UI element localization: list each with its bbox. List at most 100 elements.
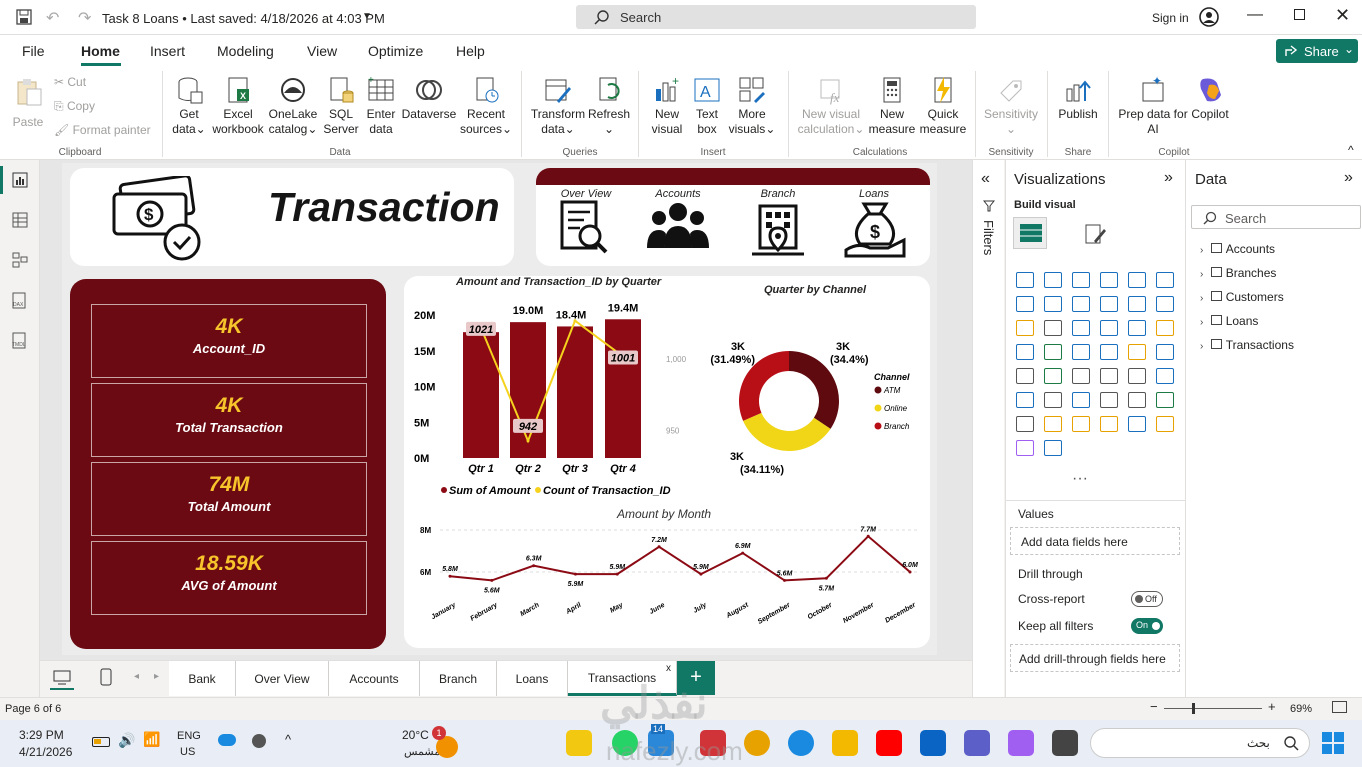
excel-workbook-button[interactable]: X Excel workbook	[210, 75, 266, 137]
nav-loans[interactable]: Loans $	[834, 188, 914, 261]
table-item[interactable]: › Customers	[1200, 290, 1350, 304]
maximize-icon[interactable]	[1294, 9, 1305, 20]
app-taskbar-icon[interactable]	[1052, 730, 1078, 756]
format-painter-button[interactable]: 🖌 Format painter	[54, 123, 151, 138]
waterfall-visual-icon[interactable]	[1128, 296, 1146, 312]
enter-data-button[interactable]: + Enter data	[362, 75, 400, 137]
volume-icon[interactable]: 🔊	[118, 732, 135, 749]
menu-file[interactable]: File	[22, 43, 45, 59]
map-visual-icon[interactable]	[1016, 344, 1034, 360]
line-point[interactable]	[657, 545, 661, 549]
sql-server-button[interactable]: SQL Server	[320, 75, 362, 137]
line-point[interactable]	[448, 574, 452, 578]
close-icon[interactable]: ✕	[1335, 5, 1350, 26]
table-item[interactable]: › Branches	[1200, 266, 1350, 280]
mobile-view-icon[interactable]	[100, 668, 112, 686]
menu-modeling[interactable]: Modeling	[217, 43, 274, 59]
area-visual-icon[interactable]	[1044, 296, 1062, 312]
table-item[interactable]: › Accounts	[1200, 242, 1350, 256]
button-visual-icon[interactable]	[1128, 416, 1146, 432]
menu-help[interactable]: Help	[456, 43, 485, 59]
stacked-bar-visual-icon[interactable]	[1016, 272, 1034, 288]
python-visual-icon[interactable]	[1156, 368, 1174, 384]
sign-in-link[interactable]: Sign in	[1152, 11, 1189, 25]
undo-icon[interactable]: ↶	[46, 8, 59, 28]
values-drop-zone[interactable]: Add data fields here	[1010, 527, 1180, 555]
nav-branch[interactable]: Branch	[738, 188, 818, 261]
teams-taskbar-icon[interactable]	[964, 730, 990, 756]
line-point[interactable]	[490, 578, 494, 582]
scroll-right-icon[interactable]: ▸	[154, 671, 159, 682]
clustered-bar-visual-icon[interactable]	[1072, 272, 1090, 288]
outlook-taskbar-icon[interactable]	[920, 730, 946, 756]
expand-icon[interactable]: »	[1164, 169, 1173, 187]
scatter-visual-icon[interactable]	[1072, 320, 1090, 336]
line-point[interactable]	[741, 551, 745, 555]
menu-insert[interactable]: Insert	[150, 43, 185, 59]
image-visual-icon[interactable]	[1100, 416, 1118, 432]
filled-map-visual-icon[interactable]	[1044, 344, 1062, 360]
onedrive-icon[interactable]	[218, 734, 236, 746]
filters-pane[interactable]: « Filters	[972, 160, 1004, 700]
line-point[interactable]	[824, 576, 828, 580]
line-point[interactable]	[866, 534, 870, 538]
line-series[interactable]	[449, 534, 911, 582]
more-visuals-icon[interactable]: ···	[1072, 470, 1088, 488]
bar[interactable]	[463, 332, 499, 458]
powerbi-taskbar-icon[interactable]	[566, 730, 592, 756]
smart-visual-icon[interactable]	[1016, 440, 1034, 456]
windows-start-icon[interactable]	[1322, 732, 1344, 754]
format-visual-icon[interactable]	[1084, 223, 1106, 245]
chrome-taskbar-icon[interactable]	[744, 730, 770, 756]
tab-over-view[interactable]: Over View	[236, 661, 329, 696]
battery-icon[interactable]	[92, 737, 110, 747]
table-item[interactable]: › Loans	[1200, 314, 1350, 328]
scroll-left-icon[interactable]: ◂	[134, 671, 139, 682]
publish-button[interactable]: Publish	[1054, 75, 1102, 122]
zoom-slider-thumb[interactable]	[1192, 703, 1195, 714]
line-visual-icon[interactable]	[1016, 296, 1034, 312]
copy-button[interactable]: ⎘ Copy	[54, 99, 95, 114]
key-visual-icon[interactable]	[1044, 440, 1062, 456]
close-tab-icon[interactable]: x	[666, 663, 671, 674]
line-point[interactable]	[783, 578, 787, 582]
table-visual-icon[interactable]	[1072, 368, 1090, 384]
multi-card-visual-icon[interactable]	[1156, 344, 1174, 360]
chevron-up-icon[interactable]: ^	[285, 732, 291, 747]
line-point[interactable]	[532, 564, 536, 568]
dax-visual-icon[interactable]	[1156, 416, 1174, 432]
gauge-visual-icon[interactable]	[1100, 344, 1118, 360]
r-visual-visual-icon[interactable]	[1128, 368, 1146, 384]
zoom-in-icon[interactable]: +	[1268, 699, 1276, 714]
prep-data-ai-button[interactable]: ✦ Prep data for AI	[1114, 75, 1192, 137]
language-indicator[interactable]: ENG	[177, 730, 201, 742]
power-apps-visual-icon[interactable]	[1016, 416, 1034, 432]
recent-sources-button[interactable]: Recent sources⌄	[458, 75, 514, 137]
share-button[interactable]: Share ⌄	[1276, 39, 1358, 63]
stacked-area-visual-icon[interactable]	[1072, 296, 1090, 312]
desktop-view-icon[interactable]	[53, 670, 71, 686]
treemap-visual-icon[interactable]	[1156, 320, 1174, 336]
new-visual-calculation-button[interactable]: fx New visual calculation⌄	[796, 75, 866, 137]
power-automate-visual-icon[interactable]	[1044, 416, 1062, 432]
document-title[interactable]: Task 8 Loans • Last saved: 4/18/2026 at …	[102, 11, 385, 26]
dax-view-icon[interactable]: DAX	[12, 292, 28, 310]
quick-measure-button[interactable]: Quick measure	[918, 75, 968, 137]
edge-taskbar-icon[interactable]	[788, 730, 814, 756]
text-box-button[interactable]: A Text box	[688, 75, 726, 137]
nav-accounts[interactable]: Accounts	[638, 188, 718, 259]
decomposition-visual-icon[interactable]	[1044, 392, 1062, 408]
line-point[interactable]	[573, 319, 577, 323]
line-point[interactable]	[699, 572, 703, 576]
line-point[interactable]	[573, 572, 577, 576]
stacked-column-visual-icon[interactable]	[1044, 272, 1062, 288]
drill-through-drop-zone[interactable]: Add drill-through fields here	[1010, 644, 1180, 672]
menu-optimize[interactable]: Optimize	[368, 43, 423, 59]
copilot-button[interactable]: Copilot	[1188, 75, 1232, 122]
cross-report-toggle[interactable]: Off	[1131, 591, 1163, 607]
bar[interactable]	[605, 319, 641, 458]
get-data-button[interactable]: Get data⌄	[168, 75, 210, 137]
paginated-visual-icon[interactable]	[1128, 392, 1146, 408]
refresh-button[interactable]: Refresh ⌄	[586, 75, 632, 137]
paste-button[interactable]: Paste	[10, 77, 46, 129]
